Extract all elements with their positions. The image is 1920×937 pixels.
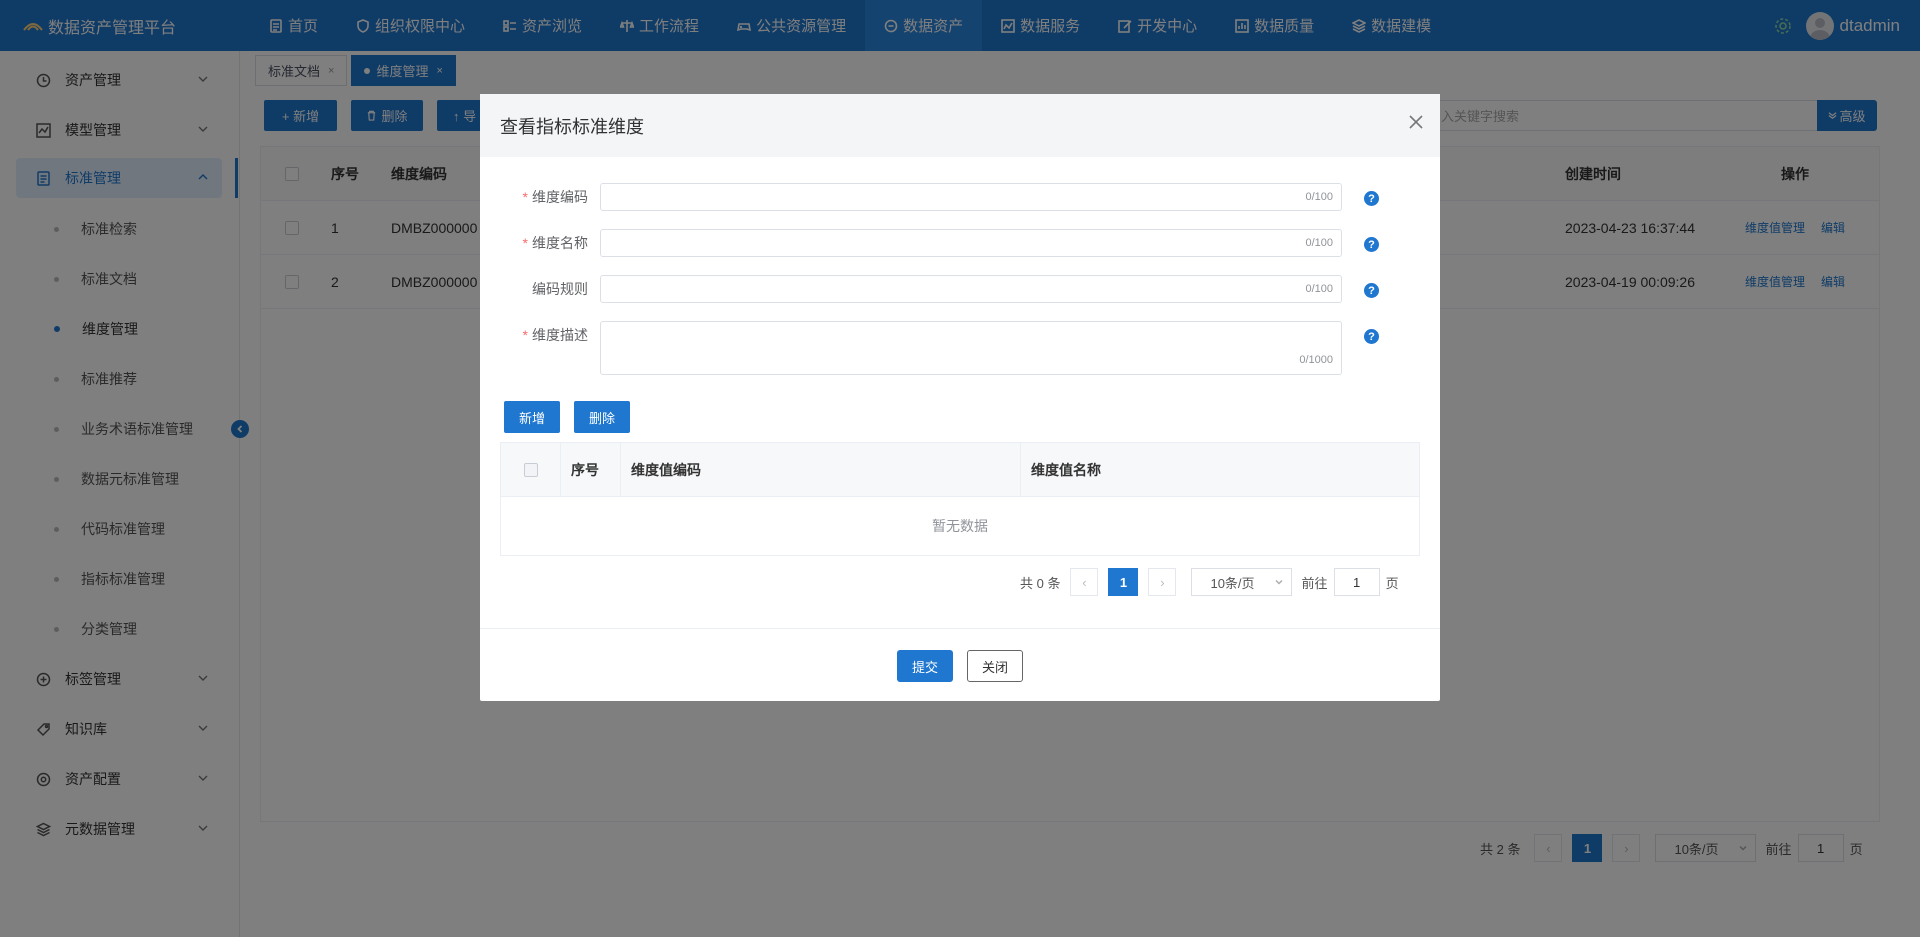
header-value-code: 维度值编码 [621,443,1021,497]
page-unit: 页 [1385,575,1399,591]
dimension-name-label: * 维度名称 [522,235,588,251]
dimension-code-label: * 维度编码 [522,189,588,205]
table-header-row: 序号 维度值编码 维度值名称 [501,443,1419,497]
goto-page-input[interactable]: 1 [1333,568,1380,596]
page-size-select[interactable]: 10条/页 [1191,568,1292,596]
dialog-title: 查看指标标准维度 [500,116,644,137]
dialog-pagination: 共 0 条 ‹ 1 › 10条/页 前往 1 页 [1020,568,1399,596]
total-count: 共 0 条 [1020,575,1061,591]
dialog-header: 查看指标标准维度 [480,94,1440,157]
dimension-name-input[interactable]: 0/100 [600,229,1342,257]
help-icon[interactable]: ? [1364,329,1379,344]
dimension-code-input[interactable]: 0/100 [600,183,1342,211]
help-icon[interactable]: ? [1364,191,1379,206]
dimension-description-textarea[interactable]: 0/1000 [600,321,1342,375]
prev-page-button[interactable]: ‹ [1070,568,1099,596]
dimension-description-label: * 维度描述 [522,327,588,343]
add-value-button[interactable]: 新增 [504,401,560,433]
next-page-button[interactable]: › [1148,568,1177,596]
submit-button[interactable]: 提交 [897,650,953,682]
header-seq: 序号 [561,443,621,497]
header-value-name: 维度值名称 [1031,462,1101,478]
help-icon[interactable]: ? [1364,237,1379,252]
chevron-down-icon [1275,580,1283,585]
view-dimension-dialog: 查看指标标准维度 * 维度编码 0/100 ? * 维度名称 0/100 ? 编码规… [480,94,1440,701]
help-icon[interactable]: ? [1364,283,1379,298]
encoding-rule-input[interactable]: 0/100 [600,275,1342,303]
footer-divider [480,628,1440,629]
empty-state-text: 暂无数据 [932,518,988,534]
dimension-value-table: 序号 维度值编码 维度值名称 暂无数据 [500,442,1420,556]
close-button[interactable]: 关闭 [967,650,1023,682]
encoding-rule-label: 编码规则 [532,281,588,297]
page-number[interactable]: 1 [1108,568,1139,596]
close-icon[interactable] [1408,114,1424,130]
delete-value-button[interactable]: 删除 [574,401,630,433]
goto-label: 前往 [1301,575,1328,591]
select-all-checkbox[interactable] [501,443,561,497]
